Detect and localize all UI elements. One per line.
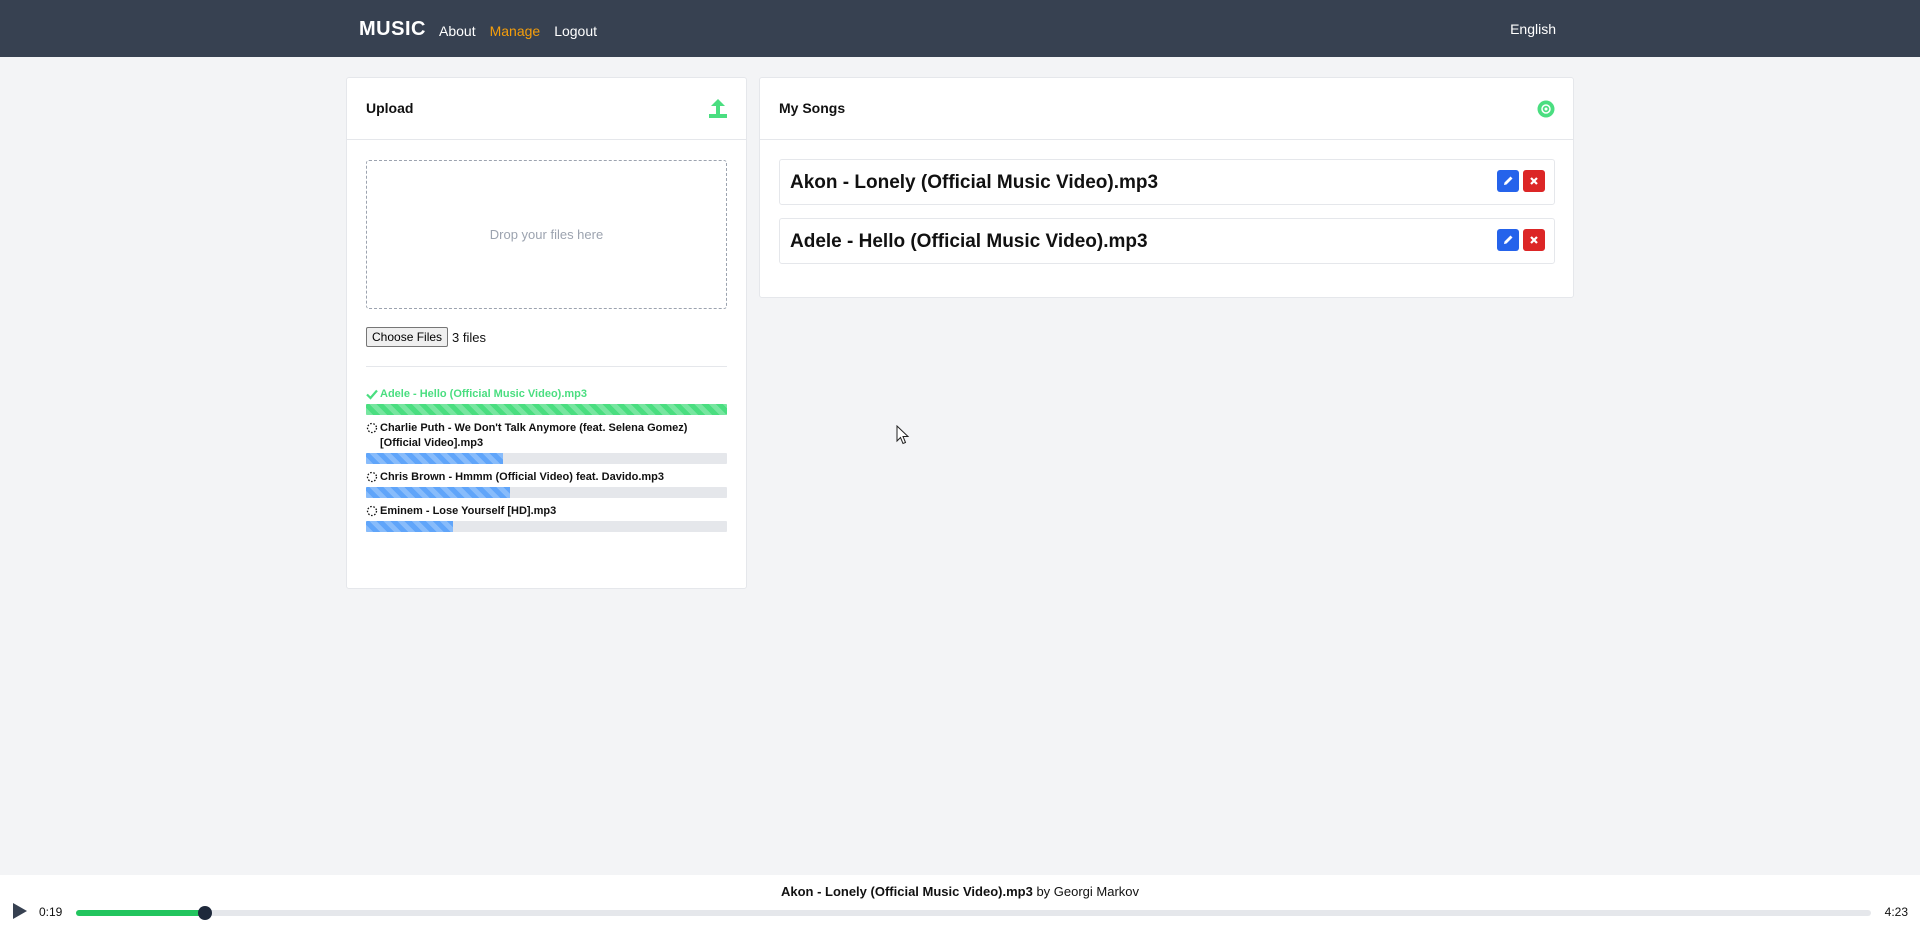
spinner-icon — [366, 505, 378, 517]
main-nav: About Manage Logout — [439, 23, 597, 39]
file-count: 3 files — [452, 329, 486, 345]
song-title: Akon - Lonely (Official Music Video).mp3 — [790, 172, 1159, 193]
upload-item-label: Adele - Hello (Official Music Video).mp3 — [380, 388, 588, 400]
upload-item-label: Charlie Puth - We Don't Talk Anymore (fe… — [380, 422, 688, 449]
upload-progress-fill — [366, 521, 453, 532]
upload-progress-fill — [366, 453, 504, 464]
edit-song-button[interactable] — [1497, 229, 1519, 251]
my-songs-header: My Songs — [760, 78, 1573, 140]
nav-manage-link[interactable]: Manage — [490, 23, 541, 39]
file-input-row: Choose Files 3 files — [366, 327, 486, 347]
my-songs-card: My Songs Akon - Lonely (Official Music V… — [759, 77, 1574, 298]
now-playing-title: Akon - Lonely (Official Music Video).mp3 — [780, 884, 1033, 899]
close-icon — [1530, 177, 1538, 185]
upload-progress-fill — [366, 487, 511, 498]
upload-card: Upload Drop your files here Choose Files… — [346, 77, 747, 589]
upload-item-label: Eminem - Lose Yourself [HD].mp3 — [380, 505, 557, 517]
now-playing-artist: by Georgi Markov — [1036, 884, 1140, 899]
brand-logo[interactable]: MUSIC — [359, 18, 426, 41]
upload-item: Chris Brown - Hmmm (Official Video) feat… — [366, 470, 727, 498]
upload-item-name: Charlie Puth - We Don't Talk Anymore (fe… — [366, 421, 727, 451]
my-songs-title: My Songs — [779, 100, 846, 116]
now-playing: Akon - Lonely (Official Music Video).mp3… — [0, 884, 1920, 899]
mouse-cursor-icon — [896, 425, 910, 445]
upload-item-name: Chris Brown - Hmmm (Official Video) feat… — [366, 470, 727, 485]
delete-song-button[interactable] — [1523, 170, 1545, 192]
edit-song-button[interactable] — [1497, 170, 1519, 192]
play-icon[interactable] — [12, 902, 28, 920]
upload-item-label: Chris Brown - Hmmm (Official Video) feat… — [380, 471, 665, 483]
pencil-icon — [1504, 235, 1513, 244]
upload-item: Adele - Hello (Official Music Video).mp3 — [366, 387, 727, 415]
delete-song-button[interactable] — [1523, 229, 1545, 251]
song-item[interactable]: Akon - Lonely (Official Music Video).mp3 — [779, 159, 1555, 205]
divider — [366, 366, 727, 367]
current-time: 0:19 — [39, 905, 63, 919]
seek-bar[interactable] — [76, 906, 1871, 920]
upload-list: Adele - Hello (Official Music Video).mp3… — [366, 387, 727, 538]
song-title: Adele - Hello (Official Music Video).mp3 — [790, 231, 1148, 252]
top-navbar: MUSIC About Manage Logout English — [0, 0, 1920, 57]
upload-item-name: Eminem - Lose Yourself [HD].mp3 — [366, 504, 727, 519]
upload-progress-bar — [366, 487, 727, 498]
upload-title: Upload — [366, 100, 414, 116]
song-item[interactable]: Adele - Hello (Official Music Video).mp3 — [779, 218, 1555, 264]
file-dropzone[interactable]: Drop your files here — [366, 160, 727, 309]
upload-progress-bar — [366, 521, 727, 532]
spinner-icon — [366, 422, 378, 434]
upload-item: Charlie Puth - We Don't Talk Anymore (fe… — [366, 421, 727, 464]
upload-progress-fill — [366, 404, 727, 415]
nav-logout-link[interactable]: Logout — [554, 23, 597, 39]
upload-card-header: Upload — [347, 78, 746, 140]
nav-about-link[interactable]: About — [439, 23, 476, 39]
upload-item: Eminem - Lose Yourself [HD].mp3 — [366, 504, 727, 532]
close-icon — [1530, 236, 1538, 244]
audio-player: Akon - Lonely (Official Music Video).mp3… — [0, 875, 1920, 929]
duration: 4:23 — [1884, 905, 1908, 919]
check-icon — [366, 389, 378, 400]
pencil-icon — [1504, 176, 1513, 185]
seek-handle[interactable] — [198, 906, 213, 920]
upload-icon — [709, 99, 727, 118]
seek-bar-fill — [76, 910, 206, 916]
upload-item-name: Adele - Hello (Official Music Video).mp3 — [366, 387, 727, 402]
upload-progress-bar — [366, 404, 727, 415]
spinner-icon — [366, 471, 378, 483]
disc-icon[interactable] — [1537, 100, 1555, 118]
choose-files-button[interactable]: Choose Files — [366, 327, 449, 347]
upload-progress-bar — [366, 453, 727, 464]
language-switcher[interactable]: English — [1510, 21, 1556, 37]
